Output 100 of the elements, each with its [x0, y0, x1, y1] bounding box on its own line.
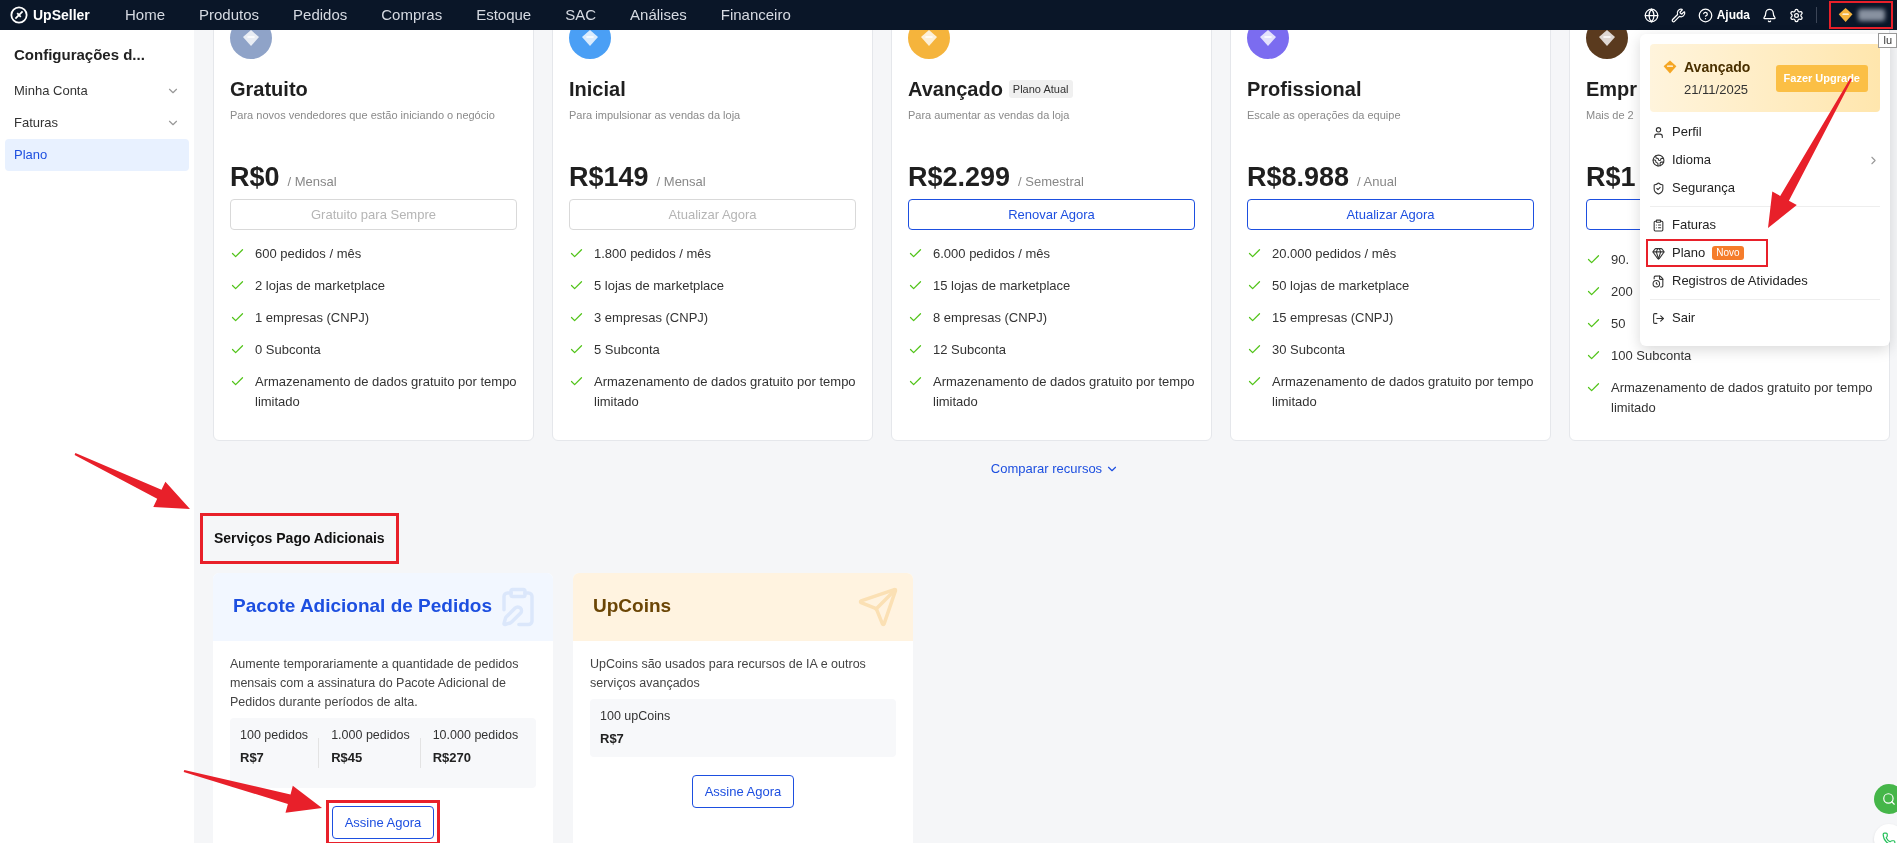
menu-label: Plano — [1672, 244, 1706, 263]
compare-link[interactable]: Comparar recursos — [990, 459, 1120, 479]
plan-feature: 50 — [1611, 315, 1626, 333]
section-title: Serviços Pago Adicionais — [200, 513, 399, 564]
plan-name: Avançado — [908, 77, 1003, 102]
notification-icon[interactable] — [1762, 7, 1777, 23]
menu-item[interactable]: Sair — [1650, 304, 1880, 332]
phone-icon — [1882, 832, 1896, 843]
plan-feature: 1.800 pedidos / mês — [594, 245, 712, 263]
plan-feature: 1 empresas (CNPJ) — [255, 309, 370, 327]
plan-button[interactable]: Renovar Agora — [908, 199, 1195, 230]
subscribe-button[interactable]: Assine Agora — [691, 774, 795, 808]
menu-item[interactable]: Idioma — [1650, 146, 1880, 174]
nav-link[interactable]: Análises — [630, 3, 687, 27]
diamond-icon — [1258, 30, 1278, 48]
diamond-icon — [1837, 6, 1855, 24]
plan-feature: 200 — [1611, 283, 1633, 301]
diamond-icon — [1662, 59, 1678, 76]
plan-feature: 50 lojas de marketplace — [1272, 277, 1410, 295]
settings-icon[interactable] — [1789, 7, 1804, 23]
diamond-icon — [580, 30, 600, 48]
option-label: 100 upCoins — [600, 707, 671, 725]
menu-item[interactable]: Registros de Atividades — [1650, 267, 1880, 295]
document-clock-icon — [1652, 274, 1665, 288]
plan-price: R$1 — [1586, 161, 1636, 194]
plan-feature: Armazenamento de dados gratuito por tempo limitado — [1272, 373, 1534, 411]
menu-label: Segurança — [1672, 179, 1735, 198]
user-icon — [1652, 125, 1665, 139]
sidebar-item[interactable]: Plano — [5, 138, 189, 171]
nav-link[interactable]: Pedidos — [293, 3, 348, 27]
plan-feature: 5 lojas de marketplace — [594, 277, 725, 295]
option-price: R$45 — [331, 749, 364, 768]
plan-name: Inicial — [569, 77, 626, 102]
plan-name: Gratuito — [230, 77, 308, 102]
gem-icon — [1652, 246, 1665, 260]
nav-link[interactable]: Financeiro — [720, 3, 791, 27]
menu-item[interactable]: Plano Novo — [1646, 239, 1768, 267]
clipboard-icon — [1652, 218, 1665, 232]
plan-name: Avançado — [1684, 57, 1751, 77]
diamond-icon — [241, 30, 261, 48]
sidebar-item[interactable]: Minha Conta — [5, 74, 189, 107]
logout-icon — [1652, 311, 1665, 325]
option-price: R$7 — [240, 749, 265, 768]
option-label: 10.000 pedidos — [432, 726, 519, 744]
menu-item[interactable]: Segurança — [1650, 174, 1880, 202]
plan-feature: 30 Subconta — [1272, 341, 1345, 359]
nav-link[interactable]: SAC — [565, 3, 597, 27]
plan-feature: 90. — [1611, 251, 1630, 269]
subscribe-button[interactable]: Assine Agora — [331, 805, 435, 839]
option-label: 100 pedidos — [240, 726, 309, 744]
plan-description: Escale as operações da equipe — [1247, 108, 1401, 123]
nav-link[interactable]: Compras — [381, 3, 443, 27]
plan-description: Para novos vendedores que estão iniciando o negócio — [230, 108, 495, 123]
plan-feature: 0 Subconta — [255, 341, 321, 359]
help-link[interactable]: Ajuda — [1716, 6, 1750, 24]
sidebar-item[interactable]: Faturas — [5, 106, 189, 139]
current-plan-tag: Plano Atual — [1008, 79, 1073, 99]
menu-label: Registros de Atividades — [1672, 272, 1808, 291]
plan-feature: 20.000 pedidos / mês — [1272, 245, 1397, 263]
option-price: R$7 — [600, 730, 625, 749]
nav-link[interactable]: Produtos — [199, 3, 260, 27]
menu-label: Sair — [1672, 309, 1696, 328]
search-icon — [1882, 792, 1896, 806]
option-label: 1.000 pedidos — [331, 726, 410, 744]
plan-period: / Mensal — [656, 173, 706, 191]
plan-feature: 15 empresas (CNPJ) — [1272, 309, 1394, 327]
service-description: Aumente temporariamente a quantidade de pedidos mensais com a assinatura do Pacote Adicional de Pedidos durante períodos de alta. — [230, 655, 520, 711]
nav-link[interactable]: Home — [125, 3, 165, 27]
service-title: UpCoins — [593, 594, 672, 619]
plan-feature: 600 pedidos / mês — [255, 245, 362, 263]
menu-item[interactable]: Faturas — [1650, 211, 1880, 239]
wrench-icon[interactable] — [1670, 7, 1686, 23]
menu-item[interactable]: Perfil — [1650, 118, 1880, 146]
globe-icon[interactable] — [1643, 7, 1659, 23]
plan-period: / Semestral — [1018, 173, 1084, 191]
help-icon[interactable] — [1697, 7, 1713, 23]
menu-label: Perfil — [1672, 123, 1702, 142]
plan-period: / Anual — [1357, 173, 1397, 191]
expiry-date: 21/11/2025 — [1683, 80, 1750, 99]
logo-text: UpSeller — [33, 5, 90, 25]
plan-button[interactable]: Atualizar Agora — [1247, 199, 1534, 230]
nav-link[interactable]: Estoque — [476, 3, 532, 27]
diamond-icon — [919, 30, 939, 48]
plan-price: R$149 — [569, 161, 649, 194]
tooltip: lu — [1878, 33, 1897, 48]
plan-name: Profissional — [1247, 77, 1362, 102]
plan-period: / Mensal — [287, 173, 337, 191]
plan-price: R$2.299 — [908, 161, 1011, 194]
account-button[interactable] — [1829, 1, 1893, 29]
plan-description: Mais de 2 — [1586, 108, 1634, 123]
plan-feature: Armazenamento de dados gratuito por tempo limitado — [933, 373, 1195, 411]
plan-description: Para aumentar as vendas da loja — [908, 108, 1070, 123]
plan-feature: Armazenamento de dados gratuito por tempo limitado — [1611, 379, 1873, 417]
plan-feature: 3 empresas (CNPJ) — [594, 309, 709, 327]
logo-icon — [10, 6, 28, 24]
plan-feature: Armazenamento de dados gratuito por tempo limitado — [255, 373, 517, 411]
plan-price: R$0 — [230, 161, 280, 194]
plan-feature: 15 lojas de marketplace — [933, 277, 1071, 295]
service-description: UpCoins são usados para recursos de IA e outros serviços avançados — [590, 655, 867, 692]
plan-description: Para impulsionar as vendas da loja — [569, 108, 741, 123]
